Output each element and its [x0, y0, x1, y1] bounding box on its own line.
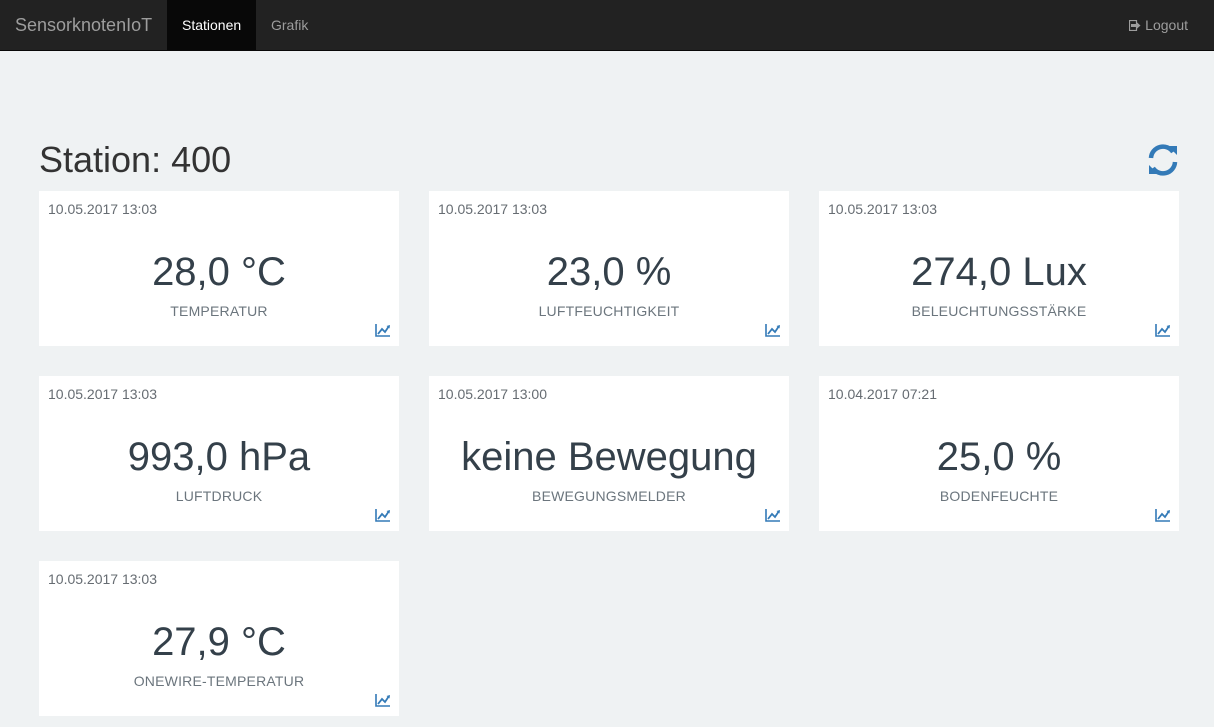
sensor-card-luftfeuchtigkeit: 10.05.2017 13:03 23,0 % LUFTFEUCHTIGKEIT [429, 191, 789, 346]
card-label: TEMPERATUR [170, 303, 268, 319]
card-timestamp: 10.05.2017 13:03 [828, 201, 937, 217]
line-chart-icon[interactable] [765, 323, 781, 337]
sensor-card-beleuchtungsstaerke: 10.05.2017 13:03 274,0 Lux BELEUCHTUNGSS… [819, 191, 1179, 346]
card-value: 274,0 Lux [911, 250, 1087, 294]
top-navbar: SensorknotenIoT Stationen Grafik Logout [0, 0, 1214, 51]
sensor-card-bodenfeuchte: 10.04.2017 07:21 25,0 % BODENFEUCHTE [819, 376, 1179, 531]
card-timestamp: 10.05.2017 13:03 [48, 386, 157, 402]
tab-stationen[interactable]: Stationen [167, 0, 257, 50]
card-timestamp: 10.04.2017 07:21 [828, 386, 937, 402]
card-value: keine Bewegung [461, 435, 757, 479]
line-chart-icon[interactable] [375, 323, 391, 337]
card-timestamp: 10.05.2017 13:03 [48, 571, 157, 587]
logout-label: Logout [1145, 17, 1188, 33]
card-timestamp: 10.05.2017 13:03 [48, 201, 157, 217]
card-value: 28,0 °C [152, 250, 286, 294]
line-chart-icon[interactable] [1155, 323, 1171, 337]
logout-link[interactable]: Logout [1129, 0, 1188, 50]
page-title: Station: 400 [39, 139, 232, 180]
card-label: BEWEGUNGSMELDER [532, 488, 686, 504]
line-chart-icon[interactable] [1155, 508, 1171, 522]
line-chart-icon[interactable] [375, 693, 391, 707]
sensor-card-bewegungsmelder: 10.05.2017 13:00 keine Bewegung BEWEGUNG… [429, 376, 789, 531]
line-chart-icon[interactable] [765, 508, 781, 522]
card-label: LUFTFEUCHTIGKEIT [538, 303, 680, 319]
card-value: 25,0 % [936, 435, 1062, 479]
logout-icon [1129, 19, 1141, 32]
sensor-card-luftdruck: 10.05.2017 13:03 993,0 hPa LUFTDRUCK [39, 376, 399, 531]
line-chart-icon[interactable] [375, 508, 391, 522]
tab-grafik[interactable]: Grafik [256, 0, 323, 50]
card-label: LUFTDRUCK [175, 488, 263, 504]
card-timestamp: 10.05.2017 13:03 [438, 201, 547, 217]
card-label: ONEWIRE-TEMPERATUR [133, 673, 305, 689]
card-timestamp: 10.05.2017 13:00 [438, 386, 547, 402]
card-value: 23,0 % [546, 250, 672, 294]
refresh-button[interactable] [1146, 143, 1180, 177]
card-value: 993,0 hPa [127, 435, 311, 479]
card-label: BELEUCHTUNGSSTÄRKE [911, 303, 1087, 319]
card-label: BODENFEUCHTE [939, 488, 1059, 504]
app-brand[interactable]: SensorknotenIoT [15, 0, 152, 50]
refresh-icon [1148, 144, 1178, 176]
sensor-card-temperatur: 10.05.2017 13:03 28,0 °C TEMPERATUR [39, 191, 399, 346]
card-value: 27,9 °C [152, 620, 286, 664]
sensor-card-onewire-temperatur: 10.05.2017 13:03 27,9 °C ONEWIRE-TEMPERA… [39, 561, 399, 716]
